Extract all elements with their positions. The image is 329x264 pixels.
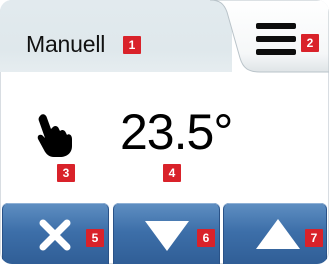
mode-icon-badge: 3 [57,164,75,182]
close-x-icon [39,219,71,251]
mode-badge: 1 [123,36,141,54]
decrease-button[interactable]: 6 [113,203,220,264]
mode-label: Manuell [26,31,106,57]
temperature-display: 23.5° [120,104,233,160]
triangle-up-icon [256,219,300,249]
cancel-badge: 5 [86,229,104,247]
menu-button[interactable]: 2 [210,0,329,76]
thermostat-screen: Manuell 1 2 3 23.5° 4 5 6 7 [0,0,329,264]
cancel-button[interactable]: 5 [2,203,109,264]
menu-badge: 2 [301,34,319,52]
increase-button[interactable]: 7 [223,203,327,264]
temperature-badge: 4 [163,164,181,182]
header: Manuell 1 2 [0,0,329,74]
triangle-down-icon [145,221,189,251]
decrease-badge: 6 [197,229,215,247]
hand-pointer-icon [37,114,72,157]
hamburger-menu-icon [256,21,296,57]
increase-badge: 7 [305,229,323,247]
mode-tab: Manuell 1 [0,0,232,72]
